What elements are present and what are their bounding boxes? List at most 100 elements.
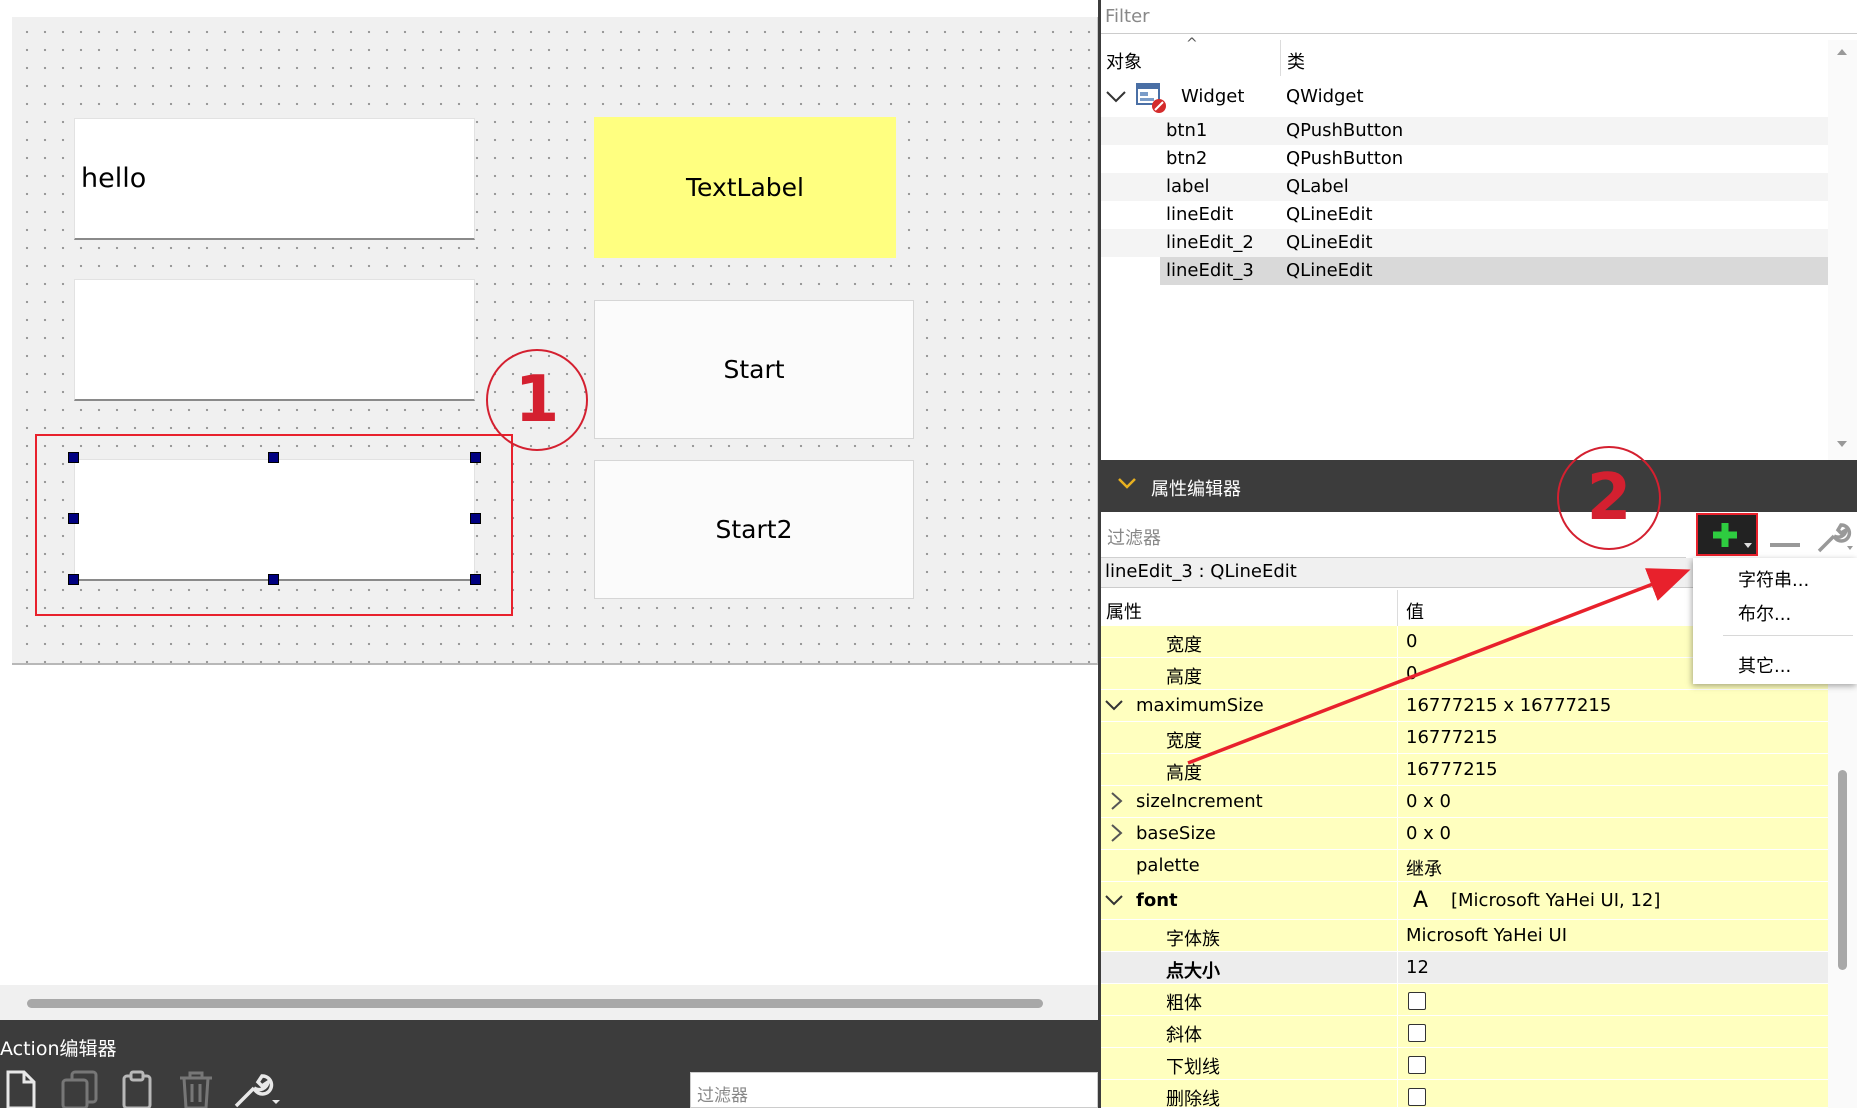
prop-row-point-size[interactable]: 点大小 12 xyxy=(1101,952,1828,984)
scroll-up-icon[interactable] xyxy=(1835,44,1849,63)
text-label-text: TextLabel xyxy=(685,173,804,202)
prop-name: 删除线 xyxy=(1166,1089,1220,1110)
start-button[interactable]: Start xyxy=(594,300,914,439)
prop-value[interactable]: 12 xyxy=(1406,957,1429,978)
prop-name: font xyxy=(1136,890,1178,911)
chevron-right-icon[interactable] xyxy=(1106,822,1126,849)
prop-value[interactable]: 16777215 x 16777215 xyxy=(1406,695,1611,716)
object-filter-input[interactable]: Filter xyxy=(1101,0,1857,34)
tree-item-name: btn2 xyxy=(1166,148,1208,169)
property-editor-titlebar: 属性编辑器 xyxy=(1101,460,1857,512)
prop-value[interactable]: [Microsoft YaHei UI, 12] xyxy=(1451,890,1660,911)
prop-name: 宽度 xyxy=(1166,731,1202,752)
tree-row-label[interactable]: label QLabel xyxy=(1101,173,1828,201)
object-tree-header: 对象 ^ 类 xyxy=(1101,36,1828,76)
property-filter-placeholder: 过滤器 xyxy=(1107,528,1161,549)
italic-checkbox[interactable] xyxy=(1408,1024,1426,1042)
column-header-property[interactable]: 属性 xyxy=(1106,598,1142,624)
line-edit-1[interactable]: hello xyxy=(74,118,475,240)
add-property-menu: 字符串... 布尔... 其它... xyxy=(1693,558,1857,684)
tree-item-class: QLineEdit xyxy=(1286,204,1373,225)
tree-row-lineedit-3-selected[interactable]: lineEdit_3 QLineEdit xyxy=(1101,257,1828,285)
text-label[interactable]: TextLabel xyxy=(594,117,896,258)
tree-item-name: btn1 xyxy=(1166,120,1208,141)
menu-item-bool[interactable]: 布尔... xyxy=(1738,600,1791,626)
prop-row-basesize[interactable]: baseSize 0 x 0 xyxy=(1101,818,1828,850)
annotation-marker-2: 2 xyxy=(1557,446,1661,550)
prop-name: 字体族 xyxy=(1166,929,1220,950)
strikeout-checkbox[interactable] xyxy=(1408,1088,1426,1106)
tree-row-btn1[interactable]: btn1 QPushButton xyxy=(1101,117,1828,145)
tree-item-class: QPushButton xyxy=(1286,148,1404,169)
horizontal-scrollbar-thumb[interactable] xyxy=(27,999,1043,1008)
tree-item-name: label xyxy=(1166,176,1210,197)
column-header-object[interactable]: 对象 xyxy=(1106,48,1142,74)
tree-row-lineedit-2[interactable]: lineEdit_2 QLineEdit xyxy=(1101,229,1828,257)
copy-icon[interactable] xyxy=(60,1070,98,1110)
prop-row-font-family[interactable]: 字体族 Microsoft YaHei UI xyxy=(1101,920,1828,952)
prop-row-underline[interactable]: 下划线 xyxy=(1101,1048,1828,1080)
prop-value[interactable]: 继承 xyxy=(1406,855,1442,881)
prop-row-max-height[interactable]: 高度 16777215 xyxy=(1101,754,1828,786)
prop-row-strikeout[interactable]: 删除线 xyxy=(1101,1080,1828,1110)
collapse-chevron-icon[interactable] xyxy=(1117,475,1137,496)
prop-value[interactable]: 0 xyxy=(1406,663,1417,684)
tree-item-name: lineEdit_2 xyxy=(1166,232,1254,253)
line-edit-2[interactable] xyxy=(74,279,475,401)
prop-row-sizeincrement[interactable]: sizeIncrement 0 x 0 xyxy=(1101,786,1828,818)
prop-value[interactable]: 16777215 xyxy=(1406,759,1498,780)
prop-row-bold[interactable]: 粗体 xyxy=(1101,984,1828,1016)
prop-value[interactable]: 0 x 0 xyxy=(1406,823,1451,844)
paste-icon[interactable] xyxy=(118,1070,156,1110)
underline-checkbox[interactable] xyxy=(1408,1056,1426,1074)
prop-row-maximumsize[interactable]: maximumSize 16777215 x 16777215 xyxy=(1101,690,1828,722)
chevron-down-icon[interactable] xyxy=(1103,694,1125,721)
prop-row-palette[interactable]: palette 继承 xyxy=(1101,850,1828,882)
prop-value[interactable]: 0 x 0 xyxy=(1406,791,1451,812)
chevron-down-icon[interactable] xyxy=(1104,84,1128,113)
annotation-box-2 xyxy=(1696,513,1758,556)
wrench-icon[interactable] xyxy=(232,1070,282,1108)
prop-row-max-width[interactable]: 宽度 16777215 xyxy=(1101,722,1828,754)
prop-value[interactable]: 16777215 xyxy=(1406,727,1498,748)
new-icon[interactable] xyxy=(4,1070,42,1110)
column-header-value[interactable]: 值 xyxy=(1406,598,1424,624)
tree-row-widget[interactable]: Widget QWidget xyxy=(1101,82,1828,116)
prop-name: maximumSize xyxy=(1136,695,1264,716)
property-scrollbar-thumb[interactable] xyxy=(1838,770,1847,970)
prop-name: 点大小 xyxy=(1166,961,1220,982)
scroll-down-icon[interactable] xyxy=(1835,436,1849,455)
remove-property-icon[interactable] xyxy=(1770,534,1800,553)
prop-value[interactable]: Microsoft YaHei UI xyxy=(1406,925,1567,946)
annotation-marker-1-text: 1 xyxy=(514,363,560,437)
tree-row-btn2[interactable]: btn2 QPushButton xyxy=(1101,145,1828,173)
widget-icon xyxy=(1135,82,1167,119)
tree-root-class: QWidget xyxy=(1286,86,1364,107)
action-filter-input[interactable]: 过滤器 xyxy=(690,1072,1098,1108)
tree-item-class: QLabel xyxy=(1286,176,1349,197)
chevron-right-icon[interactable] xyxy=(1106,790,1126,817)
start2-button[interactable]: Start2 xyxy=(594,460,914,599)
annotation-marker-1: 1 xyxy=(486,349,588,451)
prop-name: 斜体 xyxy=(1166,1025,1202,1046)
tree-item-class: QLineEdit xyxy=(1286,232,1373,253)
tree-item-name: lineEdit_3 xyxy=(1166,260,1254,281)
tree-item-class: QLineEdit xyxy=(1286,260,1373,281)
prop-row-italic[interactable]: 斜体 xyxy=(1101,1016,1828,1048)
tree-root-name: Widget xyxy=(1181,86,1245,107)
tree-row-lineedit[interactable]: lineEdit QLineEdit xyxy=(1101,201,1828,229)
prop-name: palette xyxy=(1136,855,1200,876)
configure-wrench-icon[interactable] xyxy=(1816,518,1856,558)
menu-item-other[interactable]: 其它... xyxy=(1738,652,1791,678)
object-filter-placeholder: Filter xyxy=(1105,6,1150,27)
delete-icon[interactable] xyxy=(176,1070,214,1110)
column-header-class[interactable]: 类 xyxy=(1287,48,1305,74)
chevron-down-icon[interactable] xyxy=(1103,889,1125,916)
menu-item-string[interactable]: 字符串... xyxy=(1738,566,1809,592)
prop-value[interactable]: 0 xyxy=(1406,631,1417,652)
object-tree-scrollbar[interactable] xyxy=(1828,40,1857,460)
bold-checkbox[interactable] xyxy=(1408,992,1426,1010)
prop-name: 宽度 xyxy=(1166,635,1202,656)
prop-row-font[interactable]: font A [Microsoft YaHei UI, 12] xyxy=(1101,882,1828,920)
prop-name: 高度 xyxy=(1166,763,1202,784)
